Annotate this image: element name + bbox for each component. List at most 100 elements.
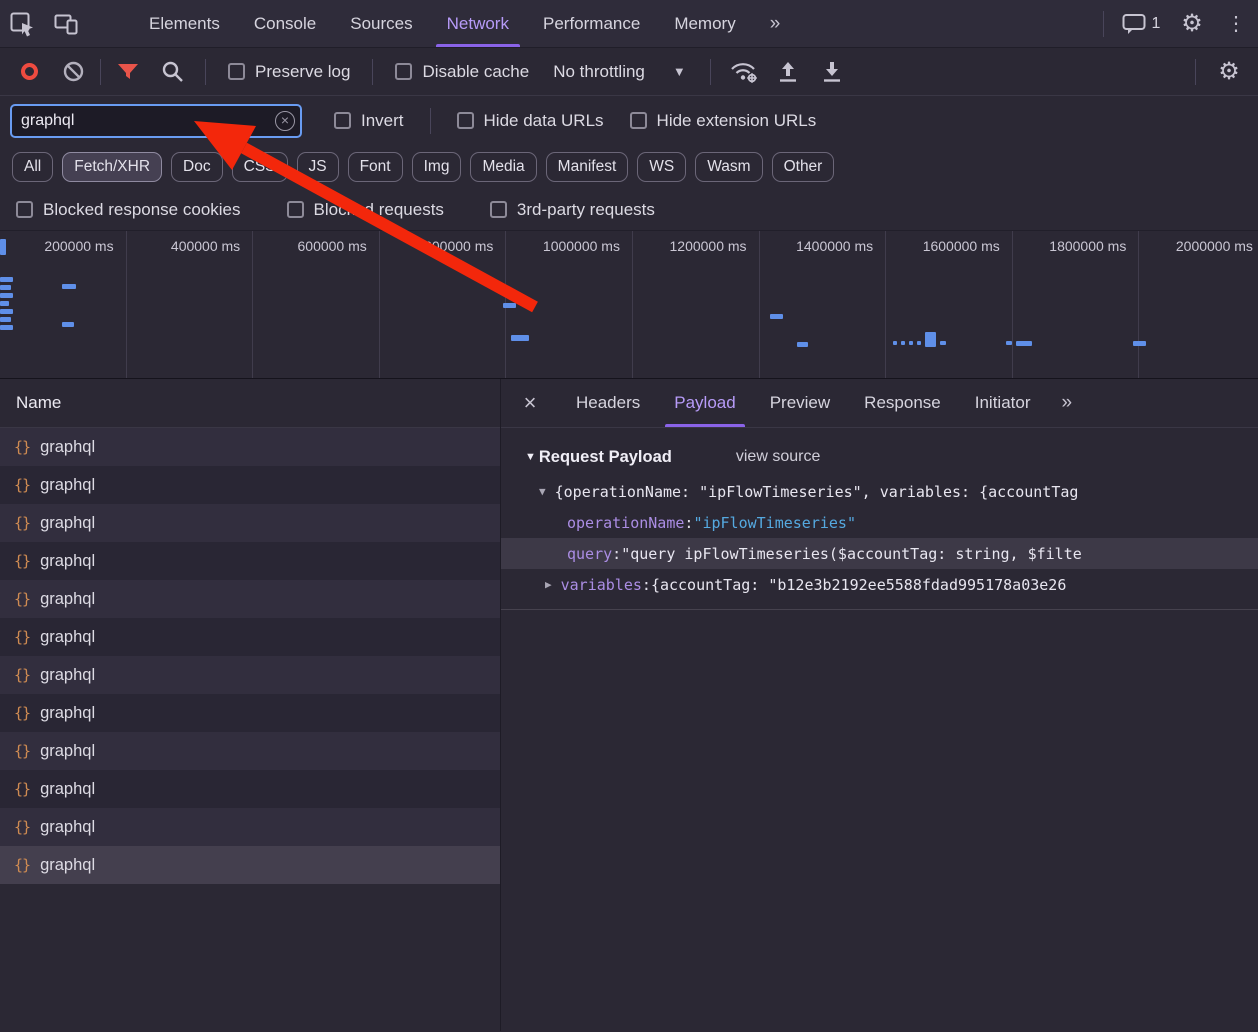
- request-row[interactable]: {}graphql: [0, 428, 500, 466]
- json-braces-icon: {}: [14, 514, 30, 532]
- filter-toggle-button[interactable]: [109, 55, 147, 89]
- disable-cache-label: Disable cache: [422, 62, 529, 82]
- waterfall-bar: [0, 309, 13, 314]
- detail-tab-headers[interactable]: Headers: [559, 379, 657, 427]
- tab-label: Memory: [674, 14, 735, 34]
- request-row[interactable]: {}graphql: [0, 808, 500, 846]
- request-row[interactable]: {}graphql: [0, 466, 500, 504]
- request-row[interactable]: {}graphql: [0, 770, 500, 808]
- network-overview-timeline[interactable]: 200000 ms 400000 ms 600000 ms 800000 ms …: [0, 231, 1258, 379]
- chip-doc[interactable]: Doc: [171, 152, 223, 182]
- tab-sources[interactable]: Sources: [333, 0, 429, 47]
- chip-fetch-xhr[interactable]: Fetch/XHR: [62, 152, 162, 182]
- payload-summary-row[interactable]: ▼ {operationName: "ipFlowTimeseries", va…: [501, 476, 1258, 507]
- network-conditions-button[interactable]: [725, 55, 763, 89]
- checkbox: [16, 201, 33, 218]
- waterfall-bar: [0, 277, 13, 282]
- import-har-button[interactable]: [769, 55, 807, 89]
- detail-tab-initiator[interactable]: Initiator: [958, 379, 1048, 427]
- view-source-link[interactable]: view source: [736, 448, 820, 466]
- chip-css[interactable]: CSS: [232, 152, 288, 182]
- third-party-requests-checkbox[interactable]: 3rd-party requests: [482, 200, 663, 220]
- payload-property-row[interactable]: ▶ variables: {accountTag: "b12e3b2192ee5…: [501, 569, 1258, 600]
- chip-ws[interactable]: WS: [637, 152, 686, 182]
- chip-font[interactable]: Font: [348, 152, 403, 182]
- request-name: graphql: [40, 742, 95, 761]
- waterfall-bar: [0, 239, 6, 255]
- tab-label: Elements: [149, 14, 220, 34]
- payload-property-row[interactable]: operationName: "ipFlowTimeseries": [501, 507, 1258, 538]
- preserve-log-checkbox[interactable]: Preserve log: [220, 62, 358, 82]
- tab-memory[interactable]: Memory: [657, 0, 752, 47]
- collapse-triangle-icon: ▼: [525, 451, 536, 463]
- tab-network[interactable]: Network: [430, 0, 526, 47]
- tab-elements[interactable]: Elements: [132, 0, 237, 47]
- clear-button[interactable]: [54, 55, 92, 89]
- export-har-button[interactable]: [813, 55, 851, 89]
- detail-tab-payload[interactable]: Payload: [657, 379, 752, 427]
- request-row[interactable]: {}graphql: [0, 732, 500, 770]
- timeline-label: 400000 ms: [127, 231, 254, 378]
- request-row[interactable]: {}graphql: [0, 504, 500, 542]
- json-braces-icon: {}: [14, 856, 30, 874]
- chip-media[interactable]: Media: [470, 152, 536, 182]
- checkbox: [457, 112, 474, 129]
- search-button[interactable]: [153, 55, 191, 89]
- more-detail-tabs-icon[interactable]: »: [1047, 379, 1086, 427]
- chip-all[interactable]: All: [12, 152, 53, 182]
- tab-performance[interactable]: Performance: [526, 0, 657, 47]
- payload-property-row-selected[interactable]: query: "query ipFlowTimeseries($accountT…: [501, 538, 1258, 569]
- waterfall-bar: [0, 293, 13, 298]
- chip-wasm[interactable]: Wasm: [695, 152, 762, 182]
- inspect-element-icon[interactable]: [0, 0, 44, 47]
- record-button[interactable]: [10, 55, 48, 89]
- third-party-label: 3rd-party requests: [517, 200, 655, 220]
- detail-tab-preview[interactable]: Preview: [753, 379, 847, 427]
- request-row[interactable]: {}graphql: [0, 580, 500, 618]
- filter-input[interactable]: [10, 104, 302, 138]
- request-payload-section[interactable]: ▼ Request Payload view source: [501, 438, 1258, 476]
- device-toolbar-icon[interactable]: [44, 0, 88, 47]
- overflow-menu-icon[interactable]: ⋮: [1214, 0, 1258, 47]
- chip-img[interactable]: Img: [412, 152, 462, 182]
- hide-extension-urls-checkbox[interactable]: Hide extension URLs: [622, 111, 825, 131]
- expand-open-icon: ▼: [539, 485, 546, 498]
- detail-tab-response[interactable]: Response: [847, 379, 958, 427]
- request-row[interactable]: {}graphql: [0, 618, 500, 656]
- request-row[interactable]: {}graphql: [0, 656, 500, 694]
- more-tabs-icon[interactable]: »: [753, 0, 798, 47]
- blocked-cookies-checkbox[interactable]: Blocked response cookies: [8, 200, 249, 220]
- invert-checkbox[interactable]: Invert: [326, 111, 412, 131]
- settings-gear-icon[interactable]: ⚙: [1170, 0, 1214, 47]
- detail-tabs: × Headers Payload Preview Response Initi…: [501, 379, 1258, 428]
- request-name: graphql: [40, 438, 95, 457]
- waterfall-bar: [893, 341, 897, 345]
- hide-data-urls-checkbox[interactable]: Hide data URLs: [449, 111, 612, 131]
- waterfall-bar: [917, 341, 921, 345]
- issues-button[interactable]: 1: [1112, 0, 1170, 47]
- chip-other[interactable]: Other: [772, 152, 835, 182]
- request-rows: {}graphql {}graphql {}graphql {}graphql …: [0, 428, 500, 884]
- name-column-header[interactable]: Name: [0, 379, 500, 428]
- disable-cache-checkbox[interactable]: Disable cache: [387, 62, 537, 82]
- request-name: graphql: [40, 856, 95, 875]
- tab-console[interactable]: Console: [237, 0, 333, 47]
- close-details-icon[interactable]: ×: [501, 379, 559, 427]
- network-settings-gear-icon[interactable]: ⚙: [1210, 55, 1248, 89]
- timeline-label: 1400000 ms: [760, 231, 887, 378]
- waterfall-bar: [62, 322, 74, 327]
- blocked-requests-checkbox[interactable]: Blocked requests: [279, 200, 452, 220]
- hide-data-urls-label: Hide data URLs: [484, 111, 604, 131]
- chevron-down-icon: ▼: [673, 64, 686, 79]
- tab-label: Console: [254, 14, 316, 34]
- timeline-label: 1200000 ms: [633, 231, 760, 378]
- throttling-select[interactable]: No throttling ▼: [543, 62, 696, 82]
- checkbox: [630, 112, 647, 129]
- checkbox: [334, 112, 351, 129]
- request-row-selected[interactable]: {} graphql: [0, 846, 500, 884]
- request-row[interactable]: {}graphql: [0, 542, 500, 580]
- chip-manifest[interactable]: Manifest: [546, 152, 629, 182]
- clear-filter-icon[interactable]: ×: [275, 111, 295, 131]
- chip-js[interactable]: JS: [297, 152, 339, 182]
- request-row[interactable]: {}graphql: [0, 694, 500, 732]
